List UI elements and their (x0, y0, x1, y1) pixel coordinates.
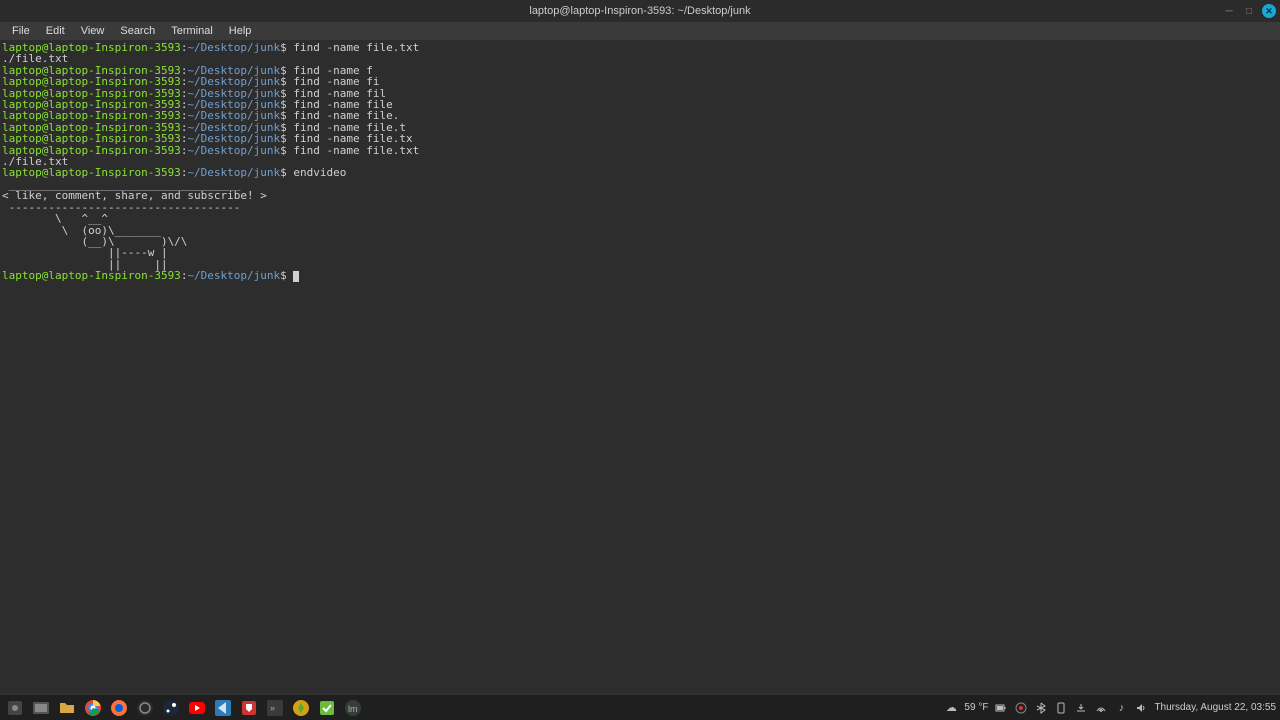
weather-temp[interactable]: 59 °F (964, 702, 988, 713)
battery-icon[interactable] (994, 701, 1008, 715)
app-icon-gold[interactable] (290, 697, 312, 719)
menu-edit[interactable]: Edit (38, 25, 73, 37)
menu-file[interactable]: File (4, 25, 38, 37)
menu-bar: File Edit View Search Terminal Help (0, 22, 1280, 40)
device-icon[interactable] (1054, 701, 1068, 715)
app-icon-green[interactable] (316, 697, 338, 719)
updates-icon[interactable] (1074, 701, 1088, 715)
music-icon[interactable]: ♪ (1114, 701, 1128, 715)
start-menu-icon[interactable] (4, 697, 26, 719)
youtube-icon[interactable] (186, 697, 208, 719)
window-titlebar: laptop@laptop-Inspiron-3593: ~/Desktop/j… (0, 0, 1280, 22)
menu-help[interactable]: Help (221, 25, 260, 37)
steam-icon[interactable] (160, 697, 182, 719)
volume-icon[interactable] (1134, 701, 1148, 715)
clock[interactable]: Thursday, August 22, 03:55 (1154, 702, 1276, 713)
weather-icon[interactable]: ☁ (944, 701, 958, 715)
show-desktop-icon[interactable] (30, 697, 52, 719)
files-icon[interactable] (56, 697, 78, 719)
menu-view[interactable]: View (73, 25, 113, 37)
taskbar: » lm ☁ 59 °F ♪ (0, 694, 1280, 720)
bluetooth-icon[interactable] (1034, 701, 1048, 715)
window-title: laptop@laptop-Inspiron-3593: ~/Desktop/j… (529, 5, 750, 17)
vscode-icon[interactable] (212, 697, 234, 719)
terminal-output[interactable]: laptop@laptop-Inspiron-3593:~/Desktop/ju… (0, 40, 1280, 694)
svg-text:lm: lm (348, 704, 358, 714)
close-button[interactable]: ✕ (1262, 4, 1276, 18)
maximize-button[interactable]: □ (1242, 4, 1256, 18)
minimize-button[interactable]: ─ (1222, 4, 1236, 18)
obs-icon[interactable] (134, 697, 156, 719)
svg-text:»: » (270, 703, 275, 713)
network-icon[interactable] (1094, 701, 1108, 715)
recording-icon[interactable] (1014, 701, 1028, 715)
menu-terminal[interactable]: Terminal (163, 25, 221, 37)
menu-search[interactable]: Search (112, 25, 163, 37)
firefox-icon[interactable] (108, 697, 130, 719)
chrome-icon[interactable] (82, 697, 104, 719)
bitwarden-icon[interactable] (238, 697, 260, 719)
terminal-cursor (293, 271, 299, 282)
kdenlive-icon[interactable]: » (264, 697, 286, 719)
mint-menu-icon[interactable]: lm (342, 697, 364, 719)
